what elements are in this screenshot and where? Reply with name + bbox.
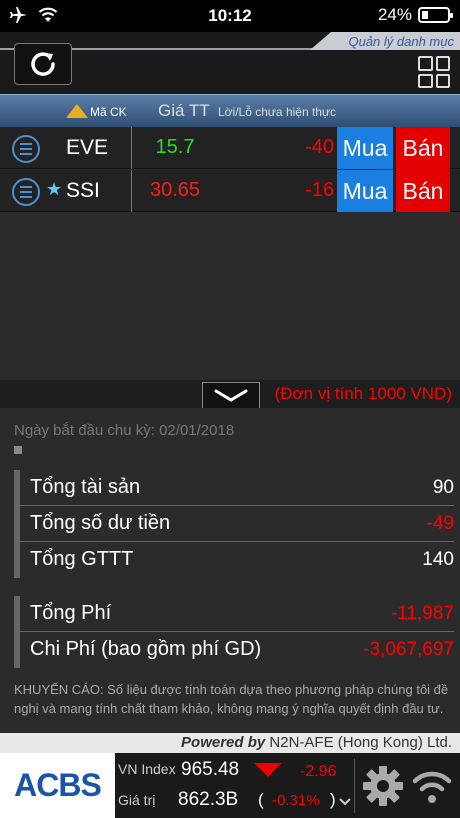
summary-label: Tổng Phí xyxy=(30,602,112,624)
table-row[interactable]: ★ SSI 30.65 -16 Mua Bán xyxy=(0,170,460,212)
expand-button[interactable] xyxy=(202,382,260,408)
summary-value: -11,987 xyxy=(390,603,454,624)
stock-code: EVE xyxy=(66,136,109,159)
unrealized-pl: -40 xyxy=(305,136,334,158)
summary-row-total-fee: Tổng Phí -11,987 xyxy=(20,596,454,632)
summary-row-cash-balance: Tổng số dư tiền -49 xyxy=(20,506,454,542)
grid-view-icon[interactable] xyxy=(418,56,450,88)
sell-button[interactable]: Bán xyxy=(396,127,450,169)
index-label: VN Index xyxy=(118,761,176,777)
index-change: -2.96 xyxy=(300,763,337,780)
value-percent: -0.31% xyxy=(272,792,320,809)
unit-note: (Đơn vị tính 1000 VND) xyxy=(274,384,452,403)
wifi-icon[interactable] xyxy=(410,765,454,805)
summary-value: -3,067,697 xyxy=(363,639,454,660)
chevron-down-icon[interactable] xyxy=(338,797,352,807)
marker xyxy=(14,446,22,454)
header-code[interactable]: Mã CK xyxy=(90,105,127,119)
value-amount: 862.3B xyxy=(178,789,239,810)
asset-summary-group: Tổng tài sản 90 Tổng số dư tiền -49 Tổng… xyxy=(14,470,454,578)
list-menu-icon[interactable] xyxy=(12,178,40,206)
market-price: 30.65 xyxy=(149,179,201,201)
summary-panel: Ngày bắt đầu chu kỳ: 02/01/2018 Tổng tài… xyxy=(0,408,460,753)
bottom-divider xyxy=(354,759,355,813)
bottom-bar: ACBS VN Index 965.48 -2.96 Giá trị 862.3… xyxy=(0,753,460,818)
column-divider xyxy=(131,127,132,169)
table-header: Mã CK Giá TT Lời/Lỗ chưa hiện thực xyxy=(0,94,460,127)
stock-code: SSI xyxy=(66,179,100,202)
header-unrealized-pl[interactable]: Lời/Lỗ chưa hiện thực xyxy=(218,105,336,119)
value-label: Giá trị xyxy=(118,792,156,808)
battery-icon xyxy=(418,7,453,23)
status-bar: 10:12 24% xyxy=(0,0,460,32)
star-icon[interactable]: ★ xyxy=(46,179,62,200)
summary-value: -49 xyxy=(426,513,454,534)
summary-label: Tổng số dư tiền xyxy=(30,512,171,534)
chevron-down-icon xyxy=(214,389,248,402)
disclaimer: KHUYẾN CÁO: Số liệu được tính toán dựa t… xyxy=(14,682,449,716)
summary-label: Tổng tài sản xyxy=(30,476,141,498)
powered-by: Powered by N2N-AFE (Hong Kong) Ltd. xyxy=(0,733,460,753)
logo-text: ACBS xyxy=(14,767,102,803)
status-right: 24% xyxy=(377,5,453,25)
down-arrow-icon xyxy=(254,763,282,777)
header-price[interactable]: Giá TT xyxy=(158,101,210,121)
acbs-logo: ACBS xyxy=(0,753,115,818)
fee-summary-group: Tổng Phí -11,987 Chi Phí (bao gồm phí GD… xyxy=(14,596,454,668)
summary-row-total-assets: Tổng tài sản 90 xyxy=(20,470,454,506)
refresh-icon xyxy=(31,52,55,76)
summary-row-market-value: Tổng GTTT 140 xyxy=(20,542,454,578)
battery-percent: 24% xyxy=(377,5,412,24)
sell-button[interactable]: Bán xyxy=(396,170,450,212)
summary-value: 90 xyxy=(432,477,454,498)
refresh-button[interactable] xyxy=(14,43,72,85)
table-empty-area xyxy=(0,212,460,380)
summary-row-total-cost: Chi Phí (bao gồm phí GD) -3,067,697 xyxy=(20,632,454,668)
unit-bar: (Đơn vị tính 1000 VND) xyxy=(0,380,460,408)
unrealized-pl: -16 xyxy=(305,179,334,201)
buy-button[interactable]: Mua xyxy=(337,127,393,169)
summary-label: Tổng GTTT xyxy=(30,548,134,570)
close-paren: ) xyxy=(330,790,336,809)
index-value: 965.48 xyxy=(181,759,240,780)
sort-triangle-icon[interactable] xyxy=(66,104,88,118)
powered-prefix: Powered by xyxy=(181,734,266,751)
column-divider xyxy=(131,170,132,212)
open-paren: ( xyxy=(258,790,264,809)
cycle-start-date: Ngày bắt đầu chu kỳ: 02/01/2018 xyxy=(14,422,235,439)
gear-icon[interactable] xyxy=(360,763,406,809)
summary-value: 140 xyxy=(422,549,454,570)
top-toolbar: Quản lý danh mục xyxy=(0,32,460,94)
powered-company: N2N-AFE (Hong Kong) Ltd. xyxy=(265,734,452,751)
list-menu-icon[interactable] xyxy=(12,135,40,163)
market-price: 15.7 xyxy=(155,136,195,158)
table-row[interactable]: EVE 15.7 -40 Mua Bán xyxy=(0,127,460,169)
portfolio-tab-label[interactable]: Quản lý danh mục xyxy=(348,34,454,49)
buy-button[interactable]: Mua xyxy=(337,170,393,212)
summary-label: Chi Phí (bao gồm phí GD) xyxy=(30,638,262,660)
